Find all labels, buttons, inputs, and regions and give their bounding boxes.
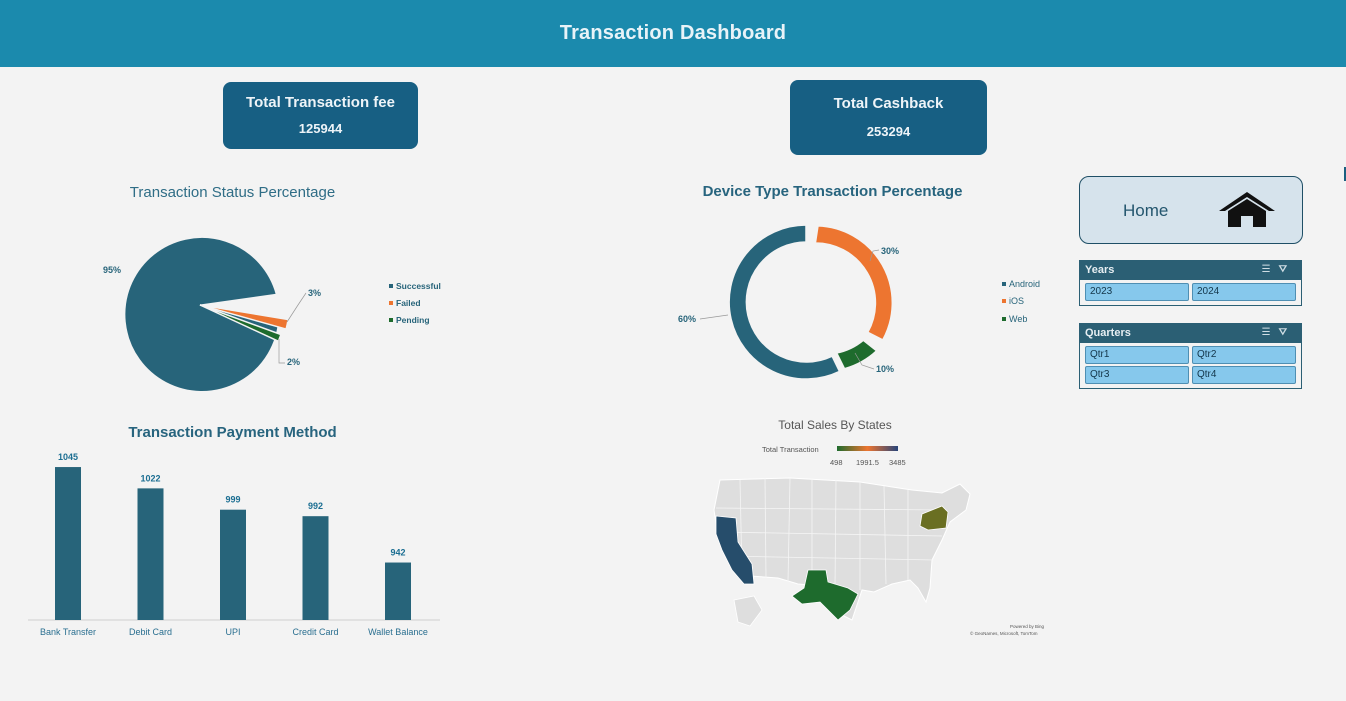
legend-swatch-pending: [389, 318, 393, 322]
home-button[interactable]: Home: [1079, 176, 1303, 244]
legend-swatch-web: [1002, 317, 1006, 321]
bar-category-label: Bank Transfer: [40, 627, 96, 637]
legend-successful: Successful: [396, 281, 441, 291]
legend-pending: Pending: [396, 315, 430, 325]
bar-upi: [220, 509, 246, 620]
years-slicer: Years ☰⛛ 2023 2024: [1079, 260, 1302, 306]
kpi-title: Total Transaction fee: [246, 94, 395, 111]
donut-slice-ios: [814, 225, 893, 341]
payment-bar-chart: 1045 Bank Transfer 1022 Debit Card 999 UPI 992…: [28, 452, 440, 637]
bar-bank-transfer: [55, 467, 81, 620]
bar-credit-card: [302, 516, 329, 620]
years-slicer-title: Years: [1085, 264, 1115, 276]
slicer-item-qtr3[interactable]: Qtr3: [1085, 366, 1189, 384]
bar-category-label: Credit Card: [292, 627, 338, 637]
bar-debit-card: [137, 488, 164, 620]
state-alaska: [733, 595, 763, 627]
bar-category-label: Debit Card: [129, 627, 172, 637]
home-button-label: Home: [1123, 201, 1169, 220]
device-chart-title: Device Type Transaction Percentage: [702, 183, 963, 200]
kpi-title: Total Cashback: [833, 95, 944, 112]
map-credit-line2: © GeoNames, Microsoft, TomTom: [970, 630, 1038, 636]
legend-ios: iOS: [1009, 296, 1024, 306]
quarters-slicer: Quarters ☰⛛ Qtr1 Qtr2 Qtr3 Qtr4: [1079, 323, 1302, 389]
years-slicer-header: Years ☰⛛: [1080, 261, 1301, 280]
donut-slice-web: [835, 339, 878, 370]
home-icon: [1219, 192, 1275, 227]
dashboard-header: Transaction Dashboard: [0, 0, 1346, 67]
map-legend-mid: 1991.5: [856, 458, 879, 467]
bar-value-label: 942: [390, 548, 405, 558]
quarters-slicer-title: Quarters: [1085, 327, 1131, 339]
label-pending: 2%: [287, 357, 300, 367]
legend-swatch-failed: [389, 301, 393, 305]
label-successful: 95%: [103, 265, 121, 275]
kpi-card-transaction-fee: Total Transaction fee 125944: [223, 82, 418, 149]
bar-category-label: Wallet Balance: [368, 627, 428, 637]
leader-line-pending: [278, 339, 285, 364]
map-credit-line1: Powered by Bing: [1010, 624, 1045, 629]
bar-wallet-balance: [385, 562, 411, 620]
map-title: Total Sales By States: [778, 418, 892, 432]
bar-value-label: 1022: [140, 473, 160, 483]
slicer-item-qtr2[interactable]: Qtr2: [1192, 346, 1296, 364]
status-pie-chart: 95% 3% 2% Successful Failed Pending: [103, 236, 441, 392]
legend-failed: Failed: [396, 298, 421, 308]
map-legend-title: Total Transaction: [762, 445, 819, 454]
legend-web: Web: [1009, 314, 1027, 324]
legend-swatch-android: [1002, 282, 1006, 286]
legend-swatch-ios: [1002, 299, 1006, 303]
payment-chart-title: Transaction Payment Method: [128, 424, 337, 441]
legend-swatch-successful: [389, 284, 393, 288]
kpi-value: 125944: [298, 121, 343, 136]
kpi-value: 253294: [866, 124, 911, 139]
dashboard-title: Transaction Dashboard: [559, 22, 787, 44]
slicer-item-qtr4[interactable]: Qtr4: [1192, 366, 1296, 384]
slicer-item-2023[interactable]: 2023: [1085, 283, 1189, 301]
bar-value-label: 992: [308, 501, 323, 511]
leader-line-android: [699, 314, 729, 320]
legend-android: Android: [1009, 279, 1040, 289]
us-sales-map: Total Transaction 498 1991.5 3485 Powere…: [713, 445, 1045, 636]
label-android: 60%: [678, 314, 696, 324]
multi-select-icon[interactable]: ☰: [1262, 264, 1279, 275]
label-web: 10%: [876, 364, 894, 374]
label-failed: 3%: [308, 288, 321, 298]
device-donut-chart: 60% 30% 10% Android iOS Web: [678, 224, 1040, 380]
donut-slice-android: [728, 224, 841, 380]
slicer-item-qtr1[interactable]: Qtr1: [1085, 346, 1189, 364]
bar-category-label: UPI: [225, 627, 240, 637]
multi-select-icon[interactable]: ☰: [1262, 327, 1279, 338]
map-legend-max: 3485: [889, 458, 906, 467]
kpi-card-cashback: Total Cashback 253294: [790, 80, 987, 155]
map-legend-min: 498: [830, 458, 843, 467]
slicer-item-2024[interactable]: 2024: [1192, 283, 1296, 301]
bar-value-label: 999: [225, 495, 240, 505]
bar-value-label: 1045: [58, 452, 78, 462]
clear-filter-icon[interactable]: ⛛: [1279, 264, 1295, 275]
leader-line-failed: [286, 292, 307, 323]
quarters-slicer-header: Quarters ☰⛛: [1080, 324, 1301, 343]
clear-filter-icon[interactable]: ⛛: [1279, 327, 1295, 338]
map-legend-gradient: [837, 446, 898, 451]
label-ios: 30%: [881, 246, 899, 256]
status-chart-title: Transaction Status Percentage: [129, 184, 336, 201]
